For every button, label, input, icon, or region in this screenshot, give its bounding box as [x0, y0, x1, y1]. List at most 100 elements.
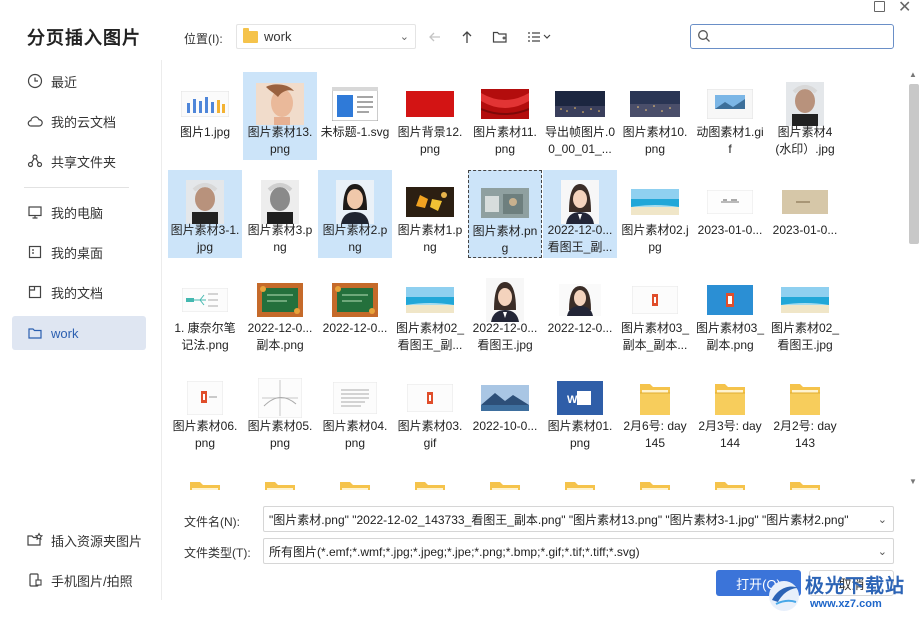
file-item[interactable]: W 图片素材01.png	[543, 366, 617, 454]
file-item[interactable]: 图片素材3-1.jpg	[168, 170, 242, 258]
file-thumbnail	[475, 181, 535, 225]
scroll-down-icon[interactable]: ▼	[909, 477, 917, 486]
file-thumbnail	[250, 82, 310, 126]
file-name: 图片素材02_看图王_副...	[395, 321, 465, 352]
file-item[interactable]: 图片素材3.png	[243, 170, 317, 258]
folder-item[interactable]: 2月6号: day145	[618, 366, 692, 454]
file-item[interactable]: 图片素材05.png	[243, 366, 317, 454]
file-item[interactable]: 图片素材04.png	[318, 366, 392, 454]
view-mode-button[interactable]	[524, 26, 554, 48]
file-item[interactable]: 图片背景12.png	[393, 72, 467, 160]
file-item[interactable]: 图片素材02.jpg	[618, 170, 692, 258]
close-button[interactable]: ✕	[898, 0, 911, 17]
folder-item[interactable]	[693, 464, 767, 490]
file-thumbnail	[550, 278, 610, 322]
folder-item[interactable]	[318, 464, 392, 490]
file-name: 图片素材10.png	[622, 125, 688, 156]
file-item[interactable]: 2022-12-0...	[543, 268, 617, 356]
folder-item[interactable]: 2月3号: day144	[693, 366, 767, 454]
folder-item[interactable]	[768, 464, 842, 490]
file-item[interactable]: 图片素材03_副本_副本...	[618, 268, 692, 356]
file-thumbnail	[625, 278, 685, 322]
sidebar-item-cloud-docs[interactable]: 我的云文档	[12, 104, 146, 138]
file-item[interactable]: 2023-01-0...	[768, 170, 842, 258]
scroll-up-icon[interactable]: ▲	[909, 70, 917, 79]
sidebar-item-label: work	[51, 325, 79, 341]
search-icon	[697, 29, 711, 46]
file-item[interactable]: 2022-12-0...	[318, 268, 392, 356]
folder-item[interactable]	[243, 464, 317, 490]
file-name: 2月6号: day145	[623, 419, 687, 450]
sidebar-item-documents[interactable]: 我的文档	[12, 275, 146, 309]
grid-scrollbar[interactable]: ▲ ▼	[906, 66, 922, 490]
search-box[interactable]	[690, 24, 894, 49]
file-item[interactable]: 2022-10-0...	[468, 366, 542, 454]
file-item[interactable]: 未标题-1.svg	[318, 72, 392, 160]
sidebar-item-resource-folder[interactable]: 插入资源夹图片	[12, 523, 146, 557]
sidebar-item-desktop[interactable]: 我的桌面	[12, 235, 146, 269]
location-dropdown[interactable]: work ⌄	[236, 24, 416, 49]
watermark-text: 极光下载站	[805, 576, 906, 597]
file-item[interactable]: 图片素材02_看图王_副...	[393, 268, 467, 356]
file-item[interactable]: 图片素材4(水印）.jpg	[768, 72, 842, 160]
sidebar-item-phone-photo[interactable]: 手机图片/拍照	[12, 563, 146, 597]
folder-icon	[250, 474, 310, 490]
file-item[interactable]: 图片素材02_看图王.jpg	[768, 268, 842, 356]
sidebar-item-label: 我的文档	[51, 285, 104, 301]
maximize-button[interactable]	[874, 1, 885, 12]
up-folder-button[interactable]	[456, 26, 478, 48]
sidebar-item-label: 最近	[51, 74, 78, 90]
sidebar-item-shared[interactable]: 共享文件夹	[12, 144, 146, 178]
folder-icon	[775, 474, 835, 490]
filetype-label: 文件类型(T):	[184, 546, 251, 560]
sidebar-item-label: 手机图片/拍照	[51, 573, 133, 589]
file-item[interactable]: 图片素材.png	[468, 170, 542, 258]
file-item[interactable]: 图片素材03.gif	[393, 366, 467, 454]
resource-folder-icon	[26, 531, 44, 549]
folder-icon	[325, 474, 385, 490]
file-item[interactable]: 2022-12-0...看图王.jpg	[468, 268, 542, 356]
file-item[interactable]: 图片素材2.png	[318, 170, 392, 258]
file-item[interactable]: 图片素材11.png	[468, 72, 542, 160]
folder-item[interactable]	[168, 464, 242, 490]
arrow-up-icon	[462, 31, 472, 43]
folder-item[interactable]	[618, 464, 692, 490]
file-item[interactable]: 2022-12-0...副本.png	[243, 268, 317, 356]
sidebar-item-recent[interactable]: 最近	[12, 64, 146, 98]
new-folder-button[interactable]	[489, 26, 511, 48]
file-item[interactable]: 图片素材06.png	[168, 366, 242, 454]
sidebar-item-work[interactable]: work	[12, 316, 146, 350]
file-item[interactable]: 2022-12-0...看图王_副...	[543, 170, 617, 258]
folder-item[interactable]: 2月2号: day143	[768, 366, 842, 454]
file-item[interactable]: 动图素材1.gif	[693, 72, 767, 160]
filetype-dropdown[interactable]: 所有图片(*.emf;*.wmf;*.jpg;*.jpeg;*.jpe;*.pn…	[263, 538, 894, 564]
file-name: 图片素材02_看图王.jpg	[770, 321, 840, 352]
folder-icon	[700, 474, 760, 490]
sidebar-item-label: 共享文件夹	[51, 154, 117, 170]
file-thumbnail	[625, 82, 685, 126]
watermark-logo	[769, 581, 799, 611]
file-item[interactable]: 图片1.jpg	[168, 72, 242, 160]
search-input[interactable]	[715, 27, 885, 46]
folder-icon	[26, 324, 44, 342]
file-item[interactable]: 导出帧图片.00_00_01_...	[543, 72, 617, 160]
folder-icon	[400, 474, 460, 490]
folder-item[interactable]	[393, 464, 467, 490]
file-name: 2022-12-0...看图王_副...	[547, 223, 613, 254]
file-name: 图片素材06.png	[172, 419, 238, 450]
file-item[interactable]: 图片素材03_副本.png	[693, 268, 767, 356]
sidebar-item-computer[interactable]: 我的电脑	[12, 195, 146, 229]
file-item[interactable]: 1. 康奈尔笔记法.png	[168, 268, 242, 356]
scrollbar-thumb[interactable]	[909, 84, 919, 244]
sidebar-item-label: 我的云文档	[51, 114, 117, 130]
file-item[interactable]: 图片素材10.png	[618, 72, 692, 160]
file-item[interactable]: 图片素材1.png	[393, 170, 467, 258]
folder-item[interactable]	[543, 464, 617, 490]
filename-dropdown[interactable]: "图片素材.png" "2022-12-02_143733_看图王_副本.png…	[263, 506, 894, 532]
file-name: 图片素材3.png	[247, 223, 313, 254]
file-item[interactable]: 2023-01-0...	[693, 170, 767, 258]
file-item[interactable]: 图片素材13.png	[243, 72, 317, 160]
back-button[interactable]	[424, 26, 446, 48]
folder-item[interactable]	[468, 464, 542, 490]
file-thumbnail	[250, 376, 310, 420]
